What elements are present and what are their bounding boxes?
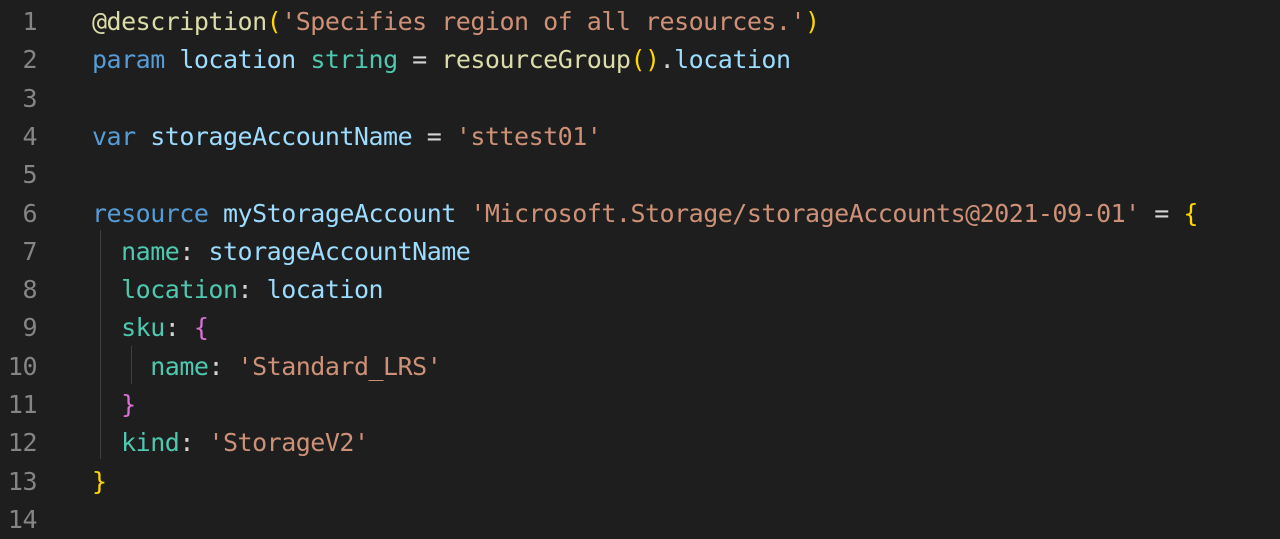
code-token: :	[179, 428, 209, 458]
code-token: storageAccountName	[150, 121, 413, 151]
code-token: (	[266, 7, 282, 36]
line-number: 8	[22, 275, 37, 305]
line-number: 4	[22, 121, 37, 151]
code-token: myStorageAccount	[222, 198, 456, 228]
code-line[interactable]: 9 sku: {	[0, 309, 1280, 347]
code-text: }	[92, 386, 136, 424]
code-token: 'StorageV2'	[208, 428, 369, 458]
line-number: 1	[22, 7, 37, 36]
line-number: 13	[7, 466, 38, 496]
code-text: location: location	[92, 271, 383, 309]
code-token: @description	[92, 7, 267, 36]
line-number: 5	[22, 160, 37, 190]
code-line[interactable]: 7 name: storageAccountName	[0, 233, 1280, 271]
code-token: :	[179, 236, 209, 266]
code-text: @description('Specifies region of all re…	[92, 3, 820, 41]
code-text: kind: 'StorageV2'	[92, 424, 369, 462]
code-token: storageAccountName	[208, 236, 471, 266]
code-token: :	[208, 351, 238, 381]
code-text: sku: {	[92, 309, 209, 347]
line-number: 11	[7, 390, 38, 419]
code-text: var storageAccountName = 'sttest01'	[92, 118, 602, 156]
code-token: )	[805, 7, 820, 36]
code-token: 'Standard_LRS'	[237, 351, 442, 381]
line-number: 2	[22, 45, 37, 75]
code-token: =	[397, 45, 442, 75]
line-number: 14	[7, 504, 38, 534]
code-token: location	[179, 45, 296, 75]
code-token: kind	[121, 428, 180, 458]
code-line[interactable]: 14	[0, 501, 1280, 539]
code-text: name: storageAccountName	[92, 233, 471, 271]
code-token: 'sttest01'	[455, 121, 602, 151]
code-line[interactable]: 3	[0, 80, 1280, 118]
code-token: sku	[121, 313, 165, 343]
code-token: }	[121, 390, 136, 419]
code-text: }	[92, 463, 107, 501]
code-token: ()	[630, 45, 660, 75]
code-token: 'Specifies region of all resources.'	[281, 7, 806, 36]
code-token: resourceGroup	[441, 45, 631, 75]
code-token: {	[1183, 198, 1198, 228]
code-token: location	[121, 275, 238, 305]
line-number: 7	[22, 236, 37, 266]
code-token: location	[674, 45, 791, 75]
code-line[interactable]: 2 param location string = resourceGroup()…	[0, 41, 1280, 79]
code-token: :	[237, 275, 267, 305]
code-token: name	[121, 236, 180, 266]
code-token: 'Microsoft.Storage/storageAccounts@2021-…	[470, 198, 1140, 228]
code-text: param location string = resourceGroup().…	[92, 41, 791, 79]
code-line[interactable]: 11 }	[0, 386, 1280, 424]
code-token: {	[193, 313, 209, 343]
code-token: .	[659, 45, 675, 75]
code-token: }	[92, 466, 107, 496]
code-token: =	[1139, 198, 1184, 228]
code-line[interactable]: 12 kind: 'StorageV2'	[0, 424, 1280, 462]
code-token: string	[310, 45, 398, 75]
code-line[interactable]: 6 resource myStorageAccount 'Microsoft.St…	[0, 195, 1280, 233]
code-line[interactable]: 13}	[0, 463, 1280, 501]
line-number: 12	[7, 428, 38, 458]
line-number: 6	[22, 198, 37, 228]
code-token: var	[92, 121, 136, 151]
code-line[interactable]: 8 location: location	[0, 271, 1280, 309]
code-line[interactable]: 1 @description('Specifies region of all r…	[0, 3, 1280, 41]
code-token: name	[150, 351, 209, 381]
code-token: resource	[92, 198, 209, 228]
code-token: location	[266, 275, 384, 305]
code-line[interactable]: 5	[0, 156, 1280, 194]
code-token: :	[164, 313, 194, 343]
code-editor[interactable]: 1 @description('Specifies region of all r…	[0, 0, 1280, 534]
code-line[interactable]: 10 name: 'Standard_LRS'	[0, 348, 1280, 386]
code-text: resource myStorageAccount 'Microsoft.Sto…	[92, 195, 1198, 233]
code-line[interactable]: 4 var storageAccountName = 'sttest01'	[0, 118, 1280, 156]
code-token: param	[92, 45, 165, 75]
line-number: 9	[22, 313, 37, 343]
line-number: 10	[7, 351, 38, 381]
code-token: =	[412, 121, 456, 151]
code-text: name: 'Standard_LRS'	[92, 348, 442, 386]
line-number: 3	[22, 83, 37, 113]
